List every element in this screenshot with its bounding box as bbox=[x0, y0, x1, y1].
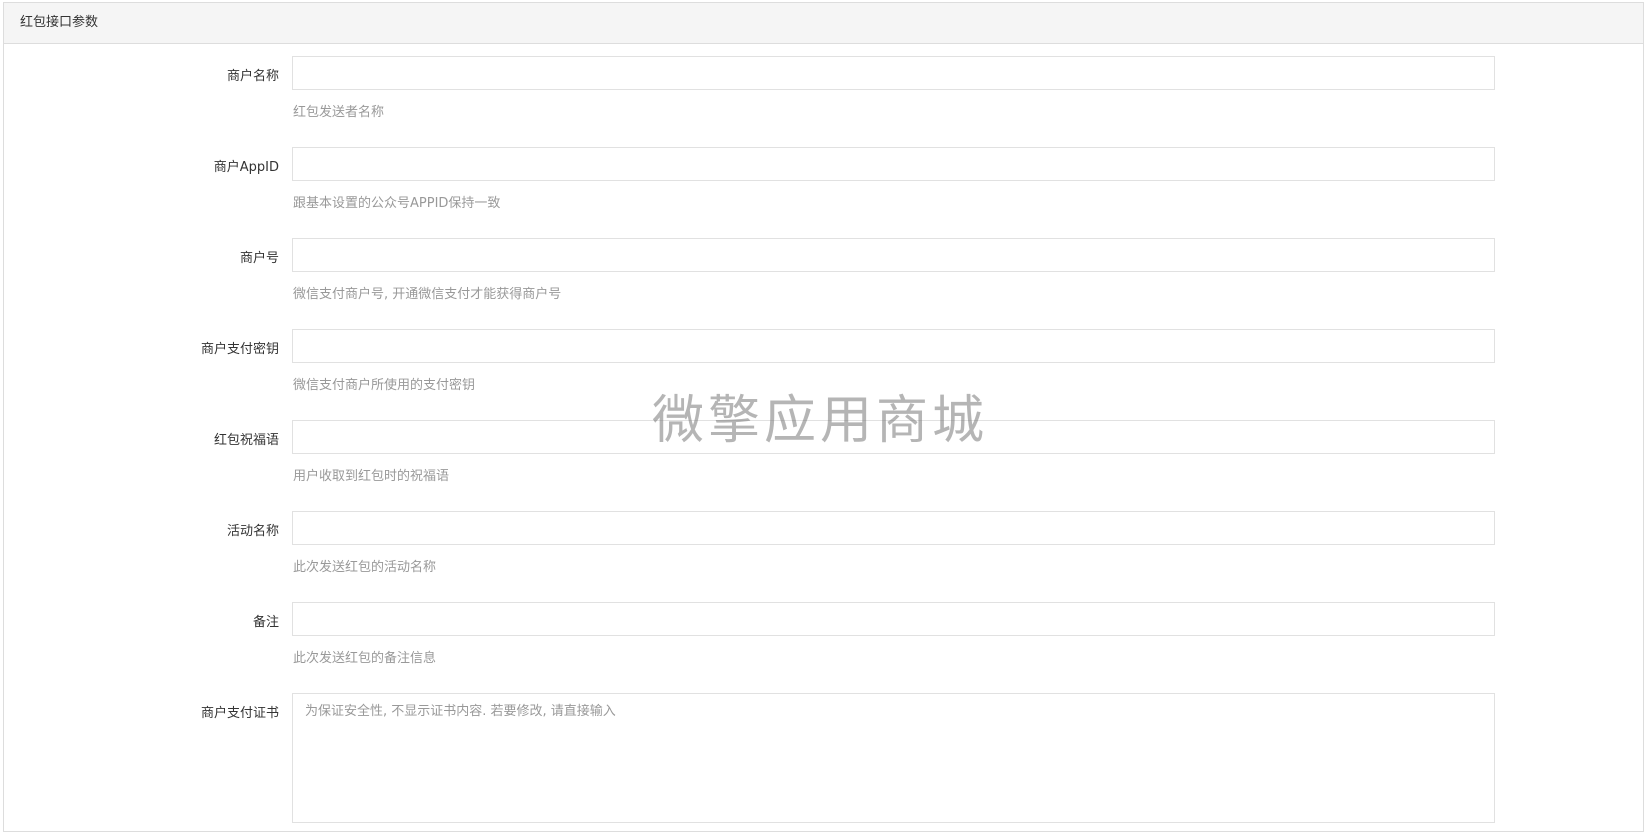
remark-label: 备注 bbox=[252, 615, 279, 630]
merchant-id-label: 商户号 bbox=[239, 251, 279, 266]
certificate-textarea[interactable] bbox=[292, 693, 1495, 823]
greeting-help: 用户收取到红包时的祝福语 bbox=[293, 469, 450, 484]
merchant-name-label: 商户名称 bbox=[226, 69, 279, 84]
activity-name-label: 活动名称 bbox=[226, 524, 279, 539]
activity-name-input[interactable] bbox=[292, 511, 1495, 545]
remark-input[interactable] bbox=[292, 602, 1495, 636]
merchant-appid-help: 跟基本设置的公众号APPID保持一致 bbox=[293, 196, 501, 211]
merchant-pay-key-label: 商户支付密钥 bbox=[200, 342, 279, 357]
greeting-input[interactable] bbox=[292, 420, 1495, 454]
certificate-label: 商户支付证书 bbox=[200, 706, 279, 721]
merchant-id-help: 微信支付商户号, 开通微信支付才能获得商户号 bbox=[293, 287, 562, 302]
greeting-label: 红包祝福语 bbox=[213, 433, 279, 448]
redpacket-params-panel: 红包接口参数 商户名称 红包发送者名称 商户AppID 跟基本设置的公众号APP… bbox=[3, 2, 1644, 832]
merchant-pay-key-input[interactable] bbox=[292, 329, 1495, 363]
merchant-id-input[interactable] bbox=[292, 238, 1495, 272]
remark-help: 此次发送红包的备注信息 bbox=[293, 651, 437, 666]
merchant-appid-input[interactable] bbox=[292, 147, 1495, 181]
merchant-name-input[interactable] bbox=[292, 56, 1495, 90]
merchant-appid-label: 商户AppID bbox=[213, 160, 279, 175]
merchant-name-help: 红包发送者名称 bbox=[293, 105, 385, 120]
panel-title: 红包接口参数 bbox=[4, 3, 1643, 44]
merchant-pay-key-help: 微信支付商户所使用的支付密钥 bbox=[293, 378, 476, 393]
activity-name-help: 此次发送红包的活动名称 bbox=[293, 560, 437, 575]
